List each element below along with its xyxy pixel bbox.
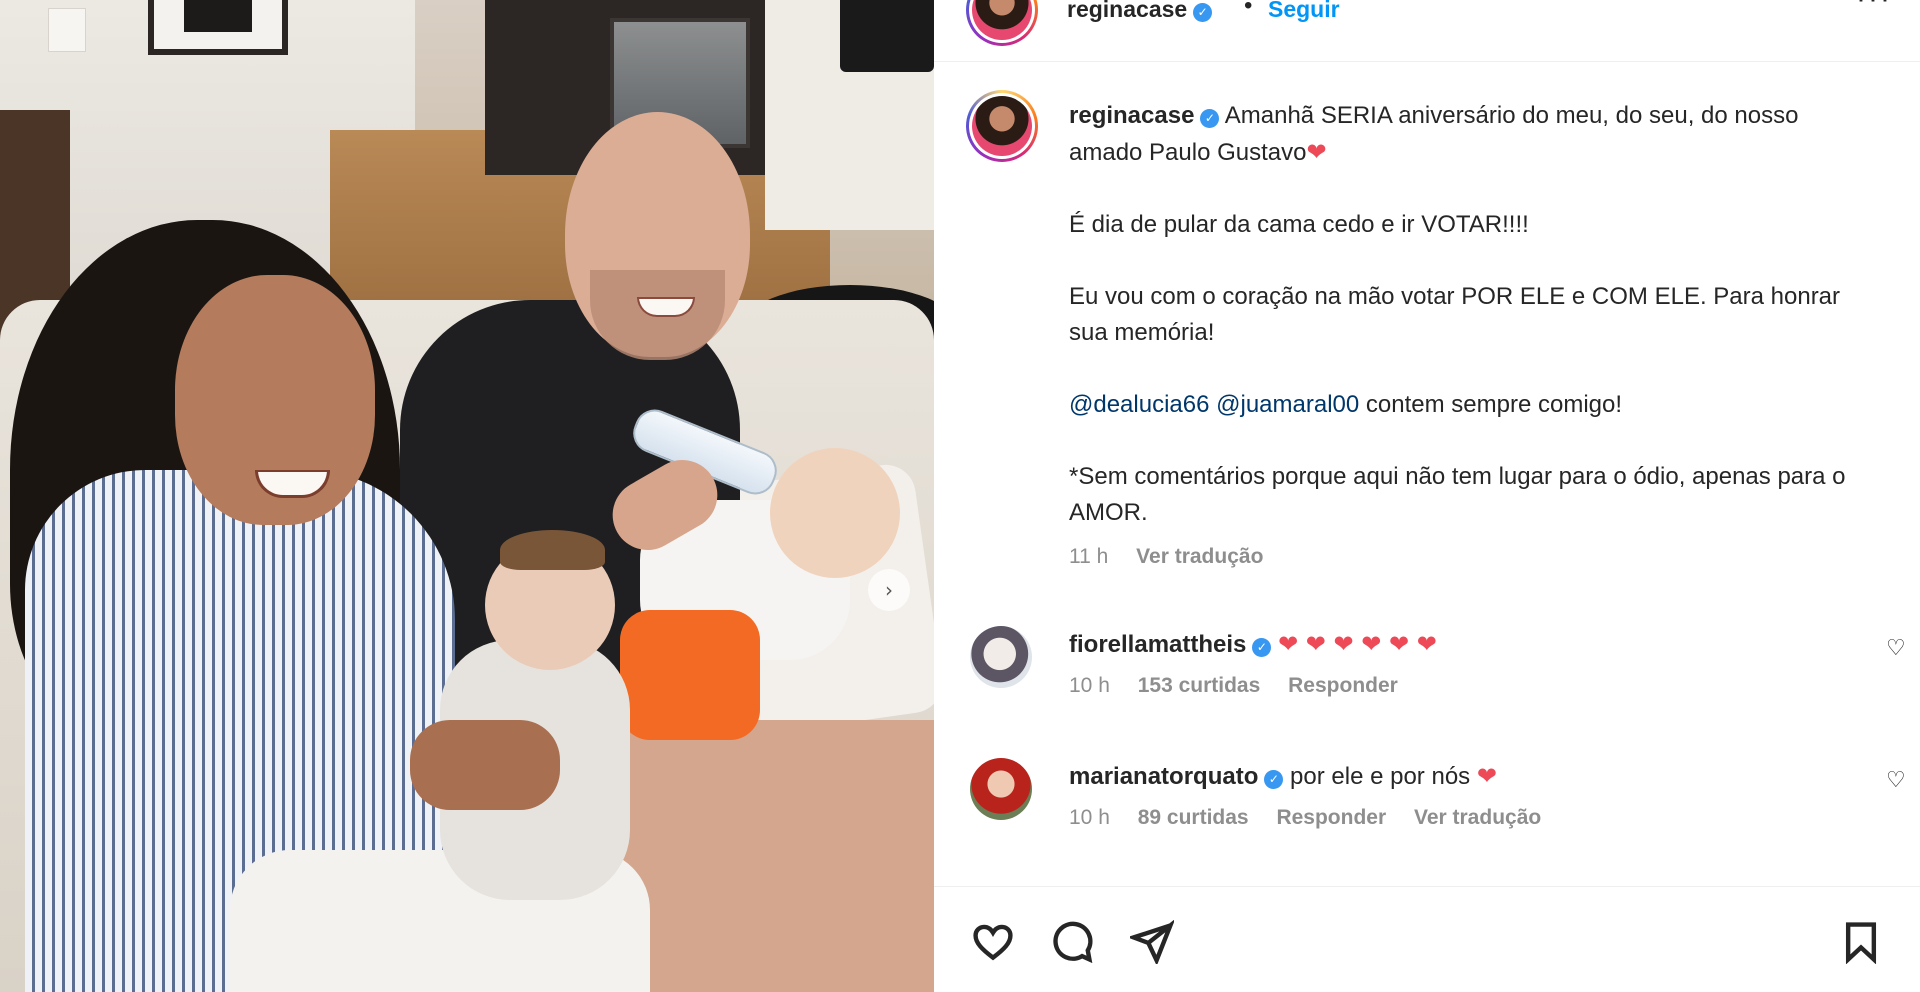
- photo-lamp: [840, 0, 934, 72]
- comment-reply-button[interactable]: Responder: [1288, 674, 1398, 697]
- follow-button[interactable]: Seguir: [1268, 0, 1340, 23]
- caption-time[interactable]: 11 h: [1069, 545, 1108, 568]
- verified-icon: ✓: [1193, 2, 1213, 22]
- comment-icon: [1053, 921, 1093, 964]
- post-photo[interactable]: ›: [0, 0, 934, 992]
- header-separator: •: [1244, 0, 1253, 19]
- share-button[interactable]: [1127, 917, 1177, 967]
- comment-time[interactable]: 10 h: [1069, 674, 1110, 697]
- post-caption: reginacase ✓ Amanhã SERIA aniversário do …: [1069, 98, 1849, 567]
- heart-icon: [973, 924, 1013, 961]
- comment-text: fiorellamattheis ✓ ❤ ❤ ❤ ❤ ❤ ❤: [1069, 626, 1437, 663]
- verified-icon: ✓: [1264, 769, 1284, 789]
- photo-baby2-pants: [620, 610, 760, 740]
- header-username[interactable]: reginacase ✓: [1067, 0, 1213, 23]
- carousel-next-button[interactable]: ›: [868, 569, 910, 611]
- comment-item: fiorellamattheis ✓ ❤ ❤ ❤ ❤ ❤ ❤ 10 h 153 c…: [934, 626, 1920, 736]
- header-username-text[interactable]: reginacase: [1067, 0, 1187, 22]
- red-heart-icon: ❤: [1476, 762, 1497, 790]
- comment-translate-link[interactable]: Ver tradução: [1414, 806, 1541, 829]
- post-details-panel: reginacase✓ • Seguir ··· reginacase✓ Ama…: [934, 0, 1920, 992]
- comment-reply-button[interactable]: Responder: [1276, 806, 1386, 829]
- comment-meta: 10 h 89 curtidas Responder Ver tradução: [1069, 806, 1563, 830]
- caption-translate-link[interactable]: Ver tradução: [1136, 545, 1263, 568]
- comment-body: por ele e por nós: [1290, 763, 1471, 790]
- comment-button[interactable]: [1047, 917, 1097, 967]
- caption-paragraph-2: É dia de pular da cama cedo e ir VOTAR!!…: [1069, 211, 1529, 238]
- comment-username[interactable]: marianatorquato: [1069, 763, 1258, 790]
- caption-paragraph-1: reginacase ✓ Amanhã SERIA aniversário do …: [1069, 98, 1849, 171]
- commenter-avatar[interactable]: [970, 758, 1032, 820]
- caption-text-4: contem sempre comigo!: [1365, 391, 1623, 418]
- comment-likes[interactable]: 153 curtidas: [1138, 674, 1261, 697]
- caption-paragraph-3: Eu vou com o coração na mão votar POR EL…: [1069, 283, 1841, 346]
- mention-link[interactable]: @dealucia66: [1069, 391, 1209, 418]
- bookmark-icon: [1845, 922, 1877, 964]
- comment-body-hearts: ❤ ❤ ❤ ❤ ❤ ❤: [1278, 630, 1437, 658]
- photo-light-switch: [48, 8, 86, 52]
- send-icon: [1130, 920, 1174, 964]
- photo-baby2-head: [770, 448, 900, 578]
- comment-meta: 10 h 153 curtidas Responder: [1069, 674, 1420, 698]
- comment-like-icon[interactable]: ♡: [1886, 636, 1906, 661]
- like-button[interactable]: [968, 917, 1018, 967]
- photo-woman-hand: [410, 720, 560, 810]
- red-heart-icon: ❤: [1306, 138, 1327, 166]
- mention-link[interactable]: @juamaral00: [1216, 391, 1359, 418]
- comment-username[interactable]: fiorellamattheis: [1069, 631, 1246, 658]
- caption-paragraph-4: @dealucia66 @juamaral00 contem sempre co…: [1069, 387, 1849, 423]
- more-options-icon[interactable]: ···: [1856, 0, 1892, 16]
- caption-username[interactable]: reginacase: [1069, 102, 1194, 129]
- chevron-right-icon: ›: [885, 578, 893, 602]
- author-avatar[interactable]: [966, 0, 1038, 46]
- comment-item: marianatorquato ✓ por ele e por nós ❤ 10 …: [934, 758, 1920, 868]
- caption-meta: 11 h Ver tradução: [1069, 545, 1285, 569]
- post-action-bar: [934, 886, 1920, 992]
- comment-time[interactable]: 10 h: [1069, 806, 1110, 829]
- post-header: reginacase ✓ • Seguir ···: [934, 0, 1920, 62]
- photo-wall-frame: [148, 0, 288, 55]
- comment-like-icon[interactable]: ♡: [1886, 768, 1906, 793]
- caption-paragraph-5: *Sem comentários porque aqui não tem lug…: [1069, 463, 1846, 526]
- photo-baby1-hair: [500, 530, 605, 570]
- commenter-avatar[interactable]: [970, 626, 1032, 688]
- comment-likes[interactable]: 89 curtidas: [1138, 806, 1249, 829]
- save-button[interactable]: [1836, 917, 1886, 967]
- comment-text: marianatorquato ✓ por ele e por nós ❤: [1069, 758, 1497, 795]
- verified-icon: ✓: [1252, 637, 1272, 657]
- caption-avatar[interactable]: [966, 90, 1038, 162]
- verified-icon: ✓: [1200, 108, 1220, 128]
